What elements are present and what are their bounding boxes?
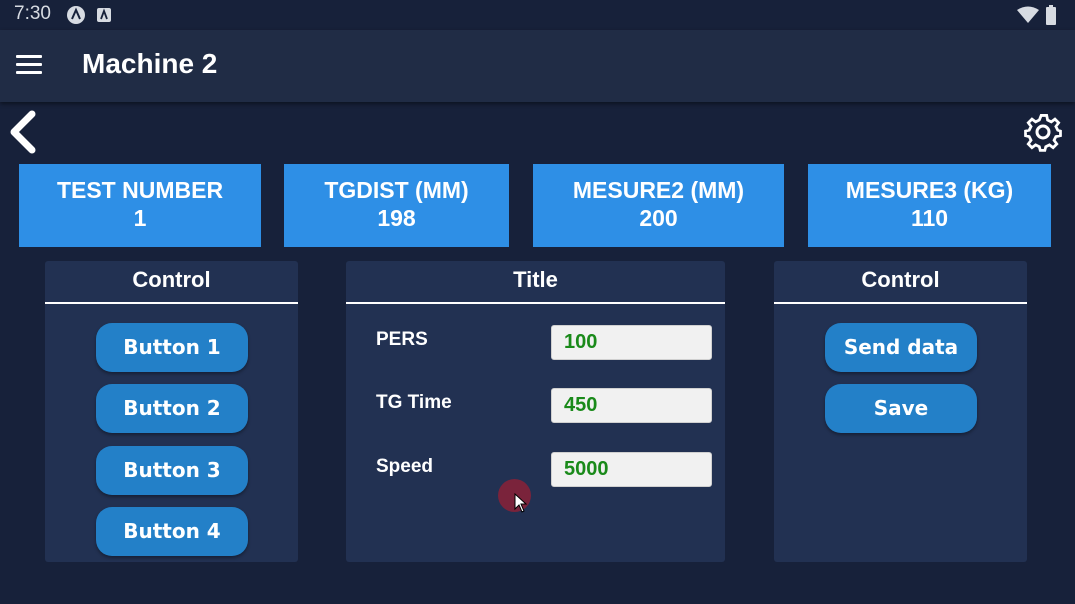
divider [346, 302, 725, 304]
metric-tgdist: TGDIST (MM) 198 [284, 164, 509, 247]
tg-time-input[interactable]: 450 [551, 388, 712, 423]
metric-value: 110 [910, 205, 949, 231]
control-panel-left: Control Button 1 Button 2 Button 3 Butto… [45, 261, 298, 562]
pers-input[interactable]: 100 [551, 325, 712, 360]
save-button[interactable]: Save [825, 384, 977, 433]
speed-input[interactable]: 5000 [551, 452, 712, 487]
app-a-icon [67, 6, 85, 24]
metric-label: TEST NUMBER [56, 177, 224, 203]
title-panel: Title PERS 100 TG Time 450 Speed 5000 [346, 261, 725, 562]
panel-title: Title [513, 267, 558, 292]
metric-value: 1 [133, 205, 147, 231]
metric-mesure3: MESURE3 (KG) 110 [808, 164, 1051, 247]
app-square-a-icon [97, 8, 111, 22]
divider [45, 302, 298, 304]
button-4[interactable]: Button 4 [96, 507, 248, 556]
page-title: Machine 2 [82, 48, 218, 79]
status-time: 7:30 [14, 3, 51, 24]
metric-label: MESURE2 (MM) [572, 177, 745, 203]
battery-icon [1046, 5, 1056, 25]
app-bar: Machine 2 [0, 30, 1075, 102]
tg-time-label: TG Time [376, 392, 452, 413]
metric-mesure2: MESURE2 (MM) 200 [533, 164, 784, 247]
metric-value: 200 [639, 205, 678, 231]
button-3[interactable]: Button 3 [96, 446, 248, 495]
gear-icon[interactable] [1022, 110, 1064, 154]
speed-label: Speed [376, 456, 434, 477]
panel-title: Control [132, 267, 211, 292]
metric-label: TGDIST (MM) [324, 177, 469, 203]
panel-title: Control [861, 267, 940, 292]
metric-value: 198 [377, 205, 416, 231]
button-1[interactable]: Button 1 [96, 323, 248, 372]
control-panel-right: Control Send data Save [774, 261, 1027, 562]
divider [774, 302, 1027, 304]
status-bar: 7:30 [0, 0, 1075, 30]
button-2[interactable]: Button 2 [96, 384, 248, 433]
pers-label: PERS [376, 329, 428, 350]
send-data-button[interactable]: Send data [825, 323, 977, 372]
chevron-left-icon[interactable] [6, 110, 44, 154]
cursor-icon [514, 493, 528, 513]
menu-icon[interactable] [16, 55, 42, 75]
wifi-icon [1017, 6, 1039, 23]
metric-test-number: TEST NUMBER 1 [19, 164, 261, 247]
metric-label: MESURE3 (KG) [845, 177, 1014, 203]
